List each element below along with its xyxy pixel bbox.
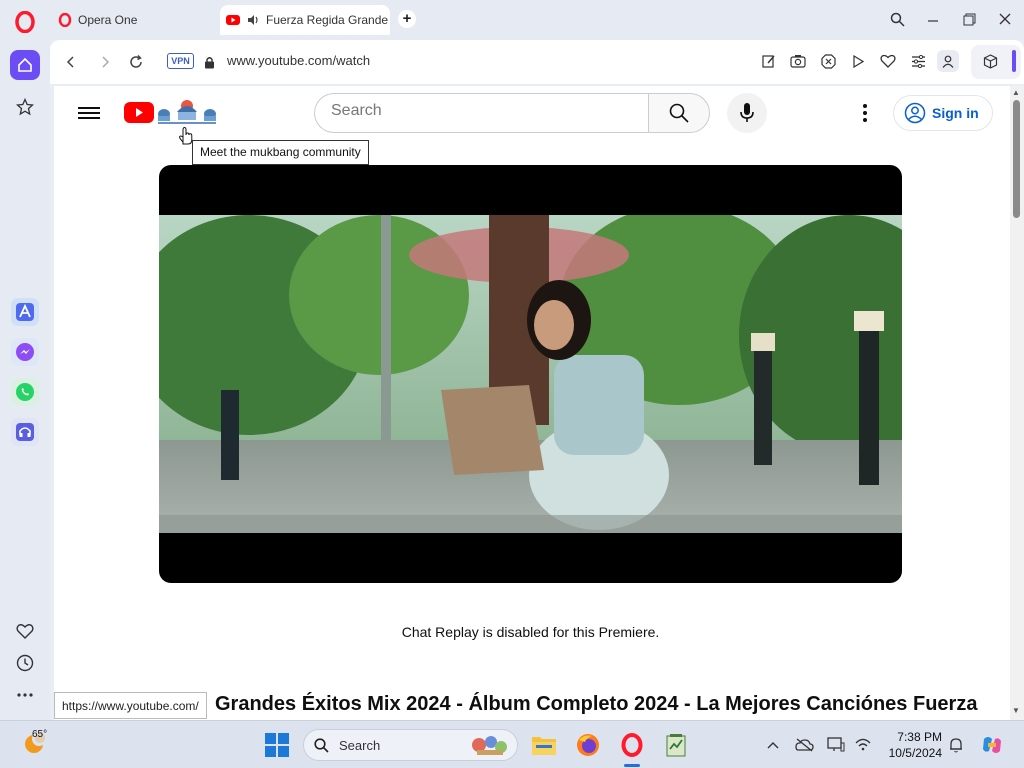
show-hidden-icons[interactable] xyxy=(763,735,783,755)
taskbar: 65° Search 7:38 PM 10/5/2024 xyxy=(0,720,1024,768)
scroll-down-icon[interactable]: ▼ xyxy=(1012,706,1020,715)
tab-opera-one[interactable]: Opera One xyxy=(52,6,212,34)
account-icon xyxy=(904,102,926,124)
play-icon[interactable] xyxy=(849,52,867,70)
sidebar xyxy=(0,40,50,720)
adblock-icon[interactable] xyxy=(819,52,837,70)
tab-label: Opera One xyxy=(78,13,138,27)
sidebar-toggle[interactable] xyxy=(1012,50,1016,72)
doodle-tooltip: Meet the mukbang community xyxy=(192,140,369,165)
star-icon[interactable] xyxy=(10,92,40,122)
youtube-logo[interactable] xyxy=(124,102,154,123)
tab-strip: Opera One Fuerza Regida Grande + xyxy=(0,0,1024,40)
extensions-icon[interactable] xyxy=(981,52,999,70)
speaker-icon[interactable] xyxy=(246,13,260,27)
address-toolbar: VPN www.youtube.com/watch xyxy=(50,40,1024,84)
messenger-icon[interactable] xyxy=(11,338,39,366)
address-url[interactable]: www.youtube.com/watch xyxy=(227,53,370,68)
opera-icon xyxy=(58,13,72,27)
notification-bell-icon[interactable] xyxy=(946,735,966,755)
opera-active-indicator xyxy=(624,764,640,767)
taskbar-search[interactable]: Search xyxy=(303,729,518,761)
tab-search-icon[interactable] xyxy=(885,8,909,30)
history-icon[interactable] xyxy=(14,652,36,674)
easy-setup-icon[interactable] xyxy=(909,52,927,70)
scroll-up-icon[interactable]: ▲ xyxy=(1012,88,1020,97)
hamburger-menu-icon[interactable] xyxy=(78,104,100,122)
scroll-thumb[interactable] xyxy=(1013,100,1020,218)
clock-date: 10/5/2024 xyxy=(888,746,942,760)
video-player[interactable] xyxy=(159,165,902,583)
windows-start-icon[interactable] xyxy=(265,733,289,757)
close-icon[interactable] xyxy=(993,8,1017,30)
home-icon[interactable] xyxy=(10,50,40,80)
youtube-doodle[interactable] xyxy=(156,96,218,124)
tab-youtube[interactable]: Fuerza Regida Grande xyxy=(220,5,390,35)
copilot-icon[interactable] xyxy=(980,733,1004,757)
taskbar-clock[interactable]: 7:38 PM 10/5/2024 xyxy=(884,729,942,761)
whatsapp-icon[interactable] xyxy=(11,378,39,406)
firefox-icon[interactable] xyxy=(573,730,603,760)
voice-search-button[interactable] xyxy=(727,93,767,133)
more-icon[interactable] xyxy=(14,684,36,706)
minimize-icon[interactable] xyxy=(921,8,945,30)
reload-icon[interactable] xyxy=(126,52,146,72)
file-explorer-icon[interactable] xyxy=(529,730,559,760)
chat-replay-notice: Chat Replay is disabled for this Premier… xyxy=(401,624,660,640)
opera-menu-icon[interactable] xyxy=(10,8,40,36)
aria-icon[interactable] xyxy=(11,298,39,326)
microphone-icon xyxy=(740,103,754,122)
cloud-offline-icon[interactable] xyxy=(794,735,814,755)
new-tab-button[interactable]: + xyxy=(398,10,416,28)
forward-icon[interactable] xyxy=(96,52,116,72)
sign-in-label: Sign in xyxy=(932,105,979,121)
search-icon xyxy=(669,103,689,123)
search-box xyxy=(314,93,648,133)
search-icon xyxy=(314,737,329,753)
profile-icon[interactable] xyxy=(937,50,959,72)
video-frame[interactable] xyxy=(159,215,902,533)
clock-time: 7:38 PM xyxy=(897,730,942,744)
search-button[interactable] xyxy=(648,93,710,133)
display-icon[interactable] xyxy=(826,735,846,755)
settings-kebab-icon[interactable] xyxy=(855,102,875,124)
youtube-icon xyxy=(226,15,240,25)
music-player-icon[interactable] xyxy=(11,418,39,446)
search-input[interactable] xyxy=(331,102,631,120)
sign-in-button[interactable]: Sign in xyxy=(893,95,993,131)
lock-icon[interactable] xyxy=(199,52,219,72)
heart-icon[interactable] xyxy=(14,620,36,642)
search-highlight-icon xyxy=(472,736,507,755)
network-icon[interactable] xyxy=(853,735,873,755)
snapshot-icon[interactable] xyxy=(789,52,807,70)
video-title: Grandes Éxitos Mix 2024 - Álbum Completo… xyxy=(215,693,978,715)
vpn-badge[interactable]: VPN xyxy=(167,53,194,69)
weather-temperature: 65° xyxy=(32,729,48,740)
back-icon[interactable] xyxy=(60,52,80,72)
bookmark-heart-icon[interactable] xyxy=(879,52,897,70)
status-bar-url: https://www.youtube.com/ xyxy=(54,692,207,719)
page-scrollbar[interactable]: ▲ ▼ xyxy=(1010,86,1024,720)
tab-label: Fuerza Regida Grande xyxy=(266,13,389,27)
restore-icon[interactable] xyxy=(957,8,981,30)
notepad-icon[interactable] xyxy=(661,730,691,760)
page-viewport: Meet the mukbang community Sign in xyxy=(54,86,1012,720)
opera-taskbar-icon[interactable] xyxy=(617,730,647,760)
edit-icon[interactable] xyxy=(760,52,778,70)
taskbar-search-label: Search xyxy=(339,737,381,753)
